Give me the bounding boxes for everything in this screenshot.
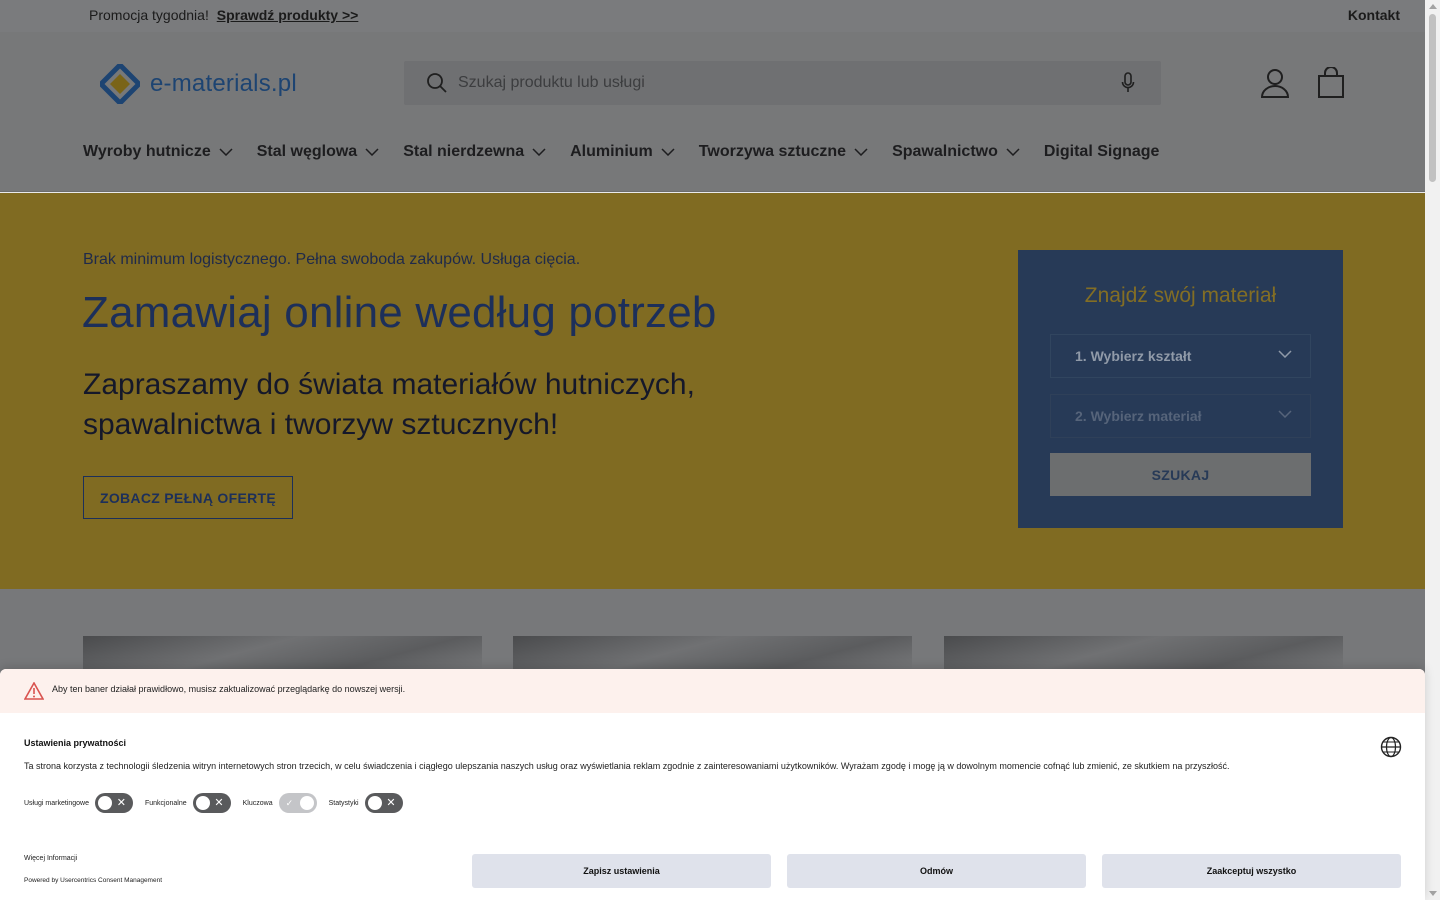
close-icon: ✕ (214, 797, 224, 809)
material-select[interactable]: 2. Wybierz materiał (1050, 394, 1311, 438)
finder-search-button[interactable]: SZUKAJ (1050, 453, 1311, 496)
deny-button[interactable]: Odmów (787, 854, 1086, 888)
promo-text: Promocja tygodnia! (89, 7, 209, 23)
nav-item-wyroby-hutnicze[interactable]: Wyroby hutnicze (83, 142, 233, 162)
save-settings-button[interactable]: Zapisz ustawienia (472, 854, 771, 888)
essential-switch: ✓ (278, 793, 317, 813)
toggle-essential: Kluczowa ✓ (243, 793, 317, 813)
hero-tagline: Brak minimum logistycznego. Pełna swobod… (83, 251, 581, 268)
close-icon: ✕ (116, 797, 126, 809)
scroll-up-arrow-icon[interactable] (1429, 4, 1437, 9)
account-icon[interactable] (1259, 67, 1291, 104)
hero-subtitle: Zapraszamy do świata materiałów hutniczy… (83, 368, 695, 441)
nav-item-stal-weglowa[interactable]: Stal węglowa (257, 142, 379, 162)
main-nav: Wyroby hutnicze Stal węglowa Stal nierdz… (83, 142, 1183, 162)
scroll-down-arrow-icon[interactable] (1429, 891, 1437, 896)
nav-item-aluminium[interactable]: Aluminium (570, 142, 675, 162)
shape-select-value: 1. Wybierz kształt (1075, 348, 1192, 364)
promo-message: Promocja tygodnia! Sprawdź produkty >> (89, 7, 358, 23)
announcement-bar: Promocja tygodnia! Sprawdź produkty >> K… (0, 0, 1425, 32)
shape-select[interactable]: 1. Wybierz kształt (1050, 334, 1311, 378)
page-scrollbar[interactable] (1425, 0, 1440, 900)
chevron-down-icon (365, 148, 379, 156)
finder-title: Znajdź swój materiał (1084, 284, 1277, 307)
toggle-marketing: Usługi marketingowe ✕ (24, 793, 133, 813)
powered-by-link[interactable]: Powered by Usercentrics Consent Manageme… (24, 877, 162, 884)
hero-banner: Brak minimum logistycznego. Pełna swobod… (0, 193, 1425, 589)
site-logo[interactable]: e-materials.pl (97, 61, 297, 107)
statistics-switch[interactable]: ✕ (364, 793, 403, 813)
nav-item-stal-nierdzewna[interactable]: Stal nierdzewna (403, 142, 546, 162)
chevron-down-icon (1278, 410, 1292, 418)
chevron-down-icon (219, 148, 233, 156)
more-info-link[interactable]: Więcej Informacji (24, 855, 77, 862)
warning-text: Aby ten baner działał prawidłowo, musisz… (52, 684, 406, 694)
promo-link[interactable]: Sprawdź produkty >> (217, 7, 359, 23)
nav-item-label: Stal nierdzewna (403, 143, 525, 160)
nav-item-spawalnictwo[interactable]: Spawalnictwo (892, 142, 1020, 162)
scrollbar-thumb[interactable] (1429, 14, 1436, 182)
cookie-consent-banner: Aby ten baner działał prawidłowo, musisz… (0, 669, 1425, 900)
nav-item-label: Spawalnictwo (892, 143, 998, 160)
logo-text: e-materials.pl (150, 70, 297, 97)
switch-knob (299, 796, 314, 810)
search-bar[interactable] (404, 61, 1161, 105)
check-icon: ✓ (285, 798, 294, 808)
switch-knob (195, 796, 210, 810)
consent-toggles: Usługi marketingowe ✕ Funkcjonalne ✕ Klu… (24, 793, 415, 813)
toggle-label: Usługi marketingowe (24, 799, 89, 807)
contact-link[interactable]: Kontakt (1348, 7, 1400, 23)
nav-item-label: Stal węglowa (256, 143, 358, 160)
nav-item-label: Digital Signage (1043, 143, 1160, 160)
chevron-down-icon (532, 148, 546, 156)
nav-item-label: Wyroby hutnicze (83, 143, 211, 160)
toggle-label: Statystyki (328, 799, 359, 807)
chevron-down-icon (1278, 350, 1292, 358)
nav-item-label: Tworzywa sztuczne (698, 143, 847, 160)
toggle-statistics: Statystyki ✕ (329, 793, 403, 813)
toggle-label: Kluczowa (242, 799, 273, 807)
material-select-value: 2. Wybierz materiał (1075, 408, 1202, 424)
toggle-label: Funkcjonalne (144, 799, 187, 807)
switch-knob (97, 796, 112, 810)
close-icon: ✕ (386, 797, 396, 809)
switch-knob (367, 796, 382, 810)
search-input[interactable] (458, 61, 1098, 105)
marketing-switch[interactable]: ✕ (94, 793, 133, 813)
accept-all-button[interactable]: Zaakceptuj wszystko (1102, 854, 1401, 888)
microphone-icon[interactable] (1121, 72, 1135, 99)
language-globe-icon[interactable] (1380, 736, 1402, 763)
functional-switch[interactable]: ✕ (192, 793, 231, 813)
toggle-functional: Funkcjonalne ✕ (145, 793, 231, 813)
view-offer-button[interactable]: ZOBACZ PEŁNĄ OFERTĘ (83, 476, 293, 519)
nav-item-digital-signage[interactable]: Digital Signage (1044, 142, 1160, 162)
nav-item-tworzywa-sztuczne[interactable]: Tworzywa sztuczne (699, 142, 868, 162)
cart-bag-icon[interactable] (1317, 66, 1345, 104)
chevron-down-icon (854, 148, 868, 156)
browser-warning: Aby ten baner działał prawidłowo, musisz… (0, 669, 1425, 713)
logo-icon (97, 61, 143, 107)
hero-title: Zamawiaj online według potrzeb (82, 288, 717, 337)
search-icon[interactable] (426, 72, 448, 99)
site-header: e-materials.pl Wyroby hutnicze Stal węgl… (0, 32, 1425, 192)
nav-item-label: Aluminium (570, 143, 653, 160)
warning-icon (23, 681, 45, 702)
consent-description: Ta strona korzysta z technologii śledzen… (24, 761, 1230, 771)
chevron-down-icon (1006, 148, 1020, 156)
material-finder: Znajdź swój materiał 1. Wybierz kształt … (1018, 250, 1343, 528)
consent-title: Ustawienia prywatności (24, 738, 127, 748)
chevron-down-icon (661, 148, 675, 156)
